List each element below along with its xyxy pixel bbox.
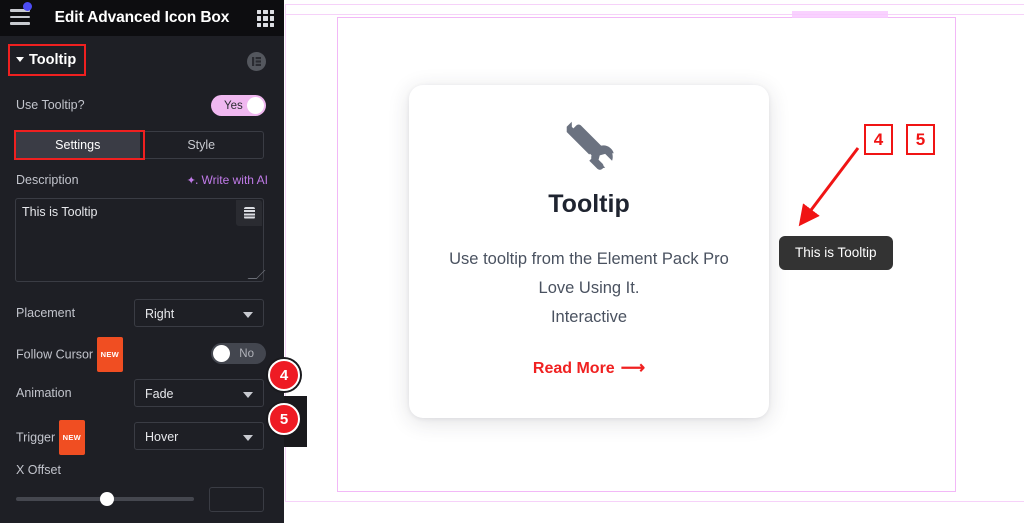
description-label: Description [16,173,79,187]
write-with-ai-label: Write with AI [201,173,268,187]
card-description-line-3: Interactive [550,308,628,326]
placement-value: Right [145,307,175,321]
tab-settings[interactable]: Settings [16,132,140,158]
step-marker-5: 5 [268,403,300,435]
row-use-tooltip: Use Tooltip? Yes [0,89,284,121]
x-offset-input[interactable] [209,487,264,512]
settings-style-tabs: Settings Style [15,131,264,159]
icon-box-card[interactable]: Tooltip Use tooltip from the Element Pac… [409,85,769,418]
placement-select[interactable]: Right [134,299,264,327]
animation-value: Fade [145,387,174,401]
chevron-down-icon [16,57,24,62]
row-placement: Placement Right [0,297,284,329]
description-value: This is Tooltip [22,205,98,219]
trigger-value: Hover [145,430,179,444]
section-guide-top-line [285,14,1024,15]
read-more-link[interactable]: Read More ⟶ [409,358,769,378]
placement-label: Placement [16,306,76,320]
arrow-right-icon: ⟶ [620,358,646,377]
toggle-knob [213,345,230,362]
section-title: Tooltip [29,52,77,68]
editor-sidebar-panel: Edit Advanced Icon Box Tooltip Use Toolt… [0,0,284,523]
card-title: Tooltip [548,190,630,218]
annotation-arrow [798,147,860,227]
card-description-line-1: Use tooltip from the Element Pack Pro [449,250,729,268]
animation-label: Animation [16,386,72,400]
preview-canvas: Tooltip Use tooltip from the Element Pac… [284,0,1024,523]
step-marker-4: 4 [268,359,300,391]
tab-style[interactable]: Style [140,132,264,158]
new-badge: NEW [97,337,123,372]
sparkle-icon: ✦․ [186,174,199,187]
animation-select[interactable]: Fade [134,379,264,407]
follow-cursor-value: No [239,347,254,360]
chevron-down-icon [243,392,253,398]
panel-header: Edit Advanced Icon Box [0,0,284,36]
row-trigger: Trigger NEW Hover [0,420,284,455]
trigger-label: Trigger NEW [16,420,85,455]
page-title: Edit Advanced Icon Box [54,9,230,26]
annotation-number-5: 5 [906,124,935,155]
tools-wrench-screwdriver-icon [558,113,620,180]
chevron-down-icon [243,435,253,441]
use-tooltip-toggle[interactable]: Yes [211,95,266,116]
x-offset-label: X Offset [16,463,61,477]
card-description-line-2: Love Using It. [538,279,640,297]
use-tooltip-label: Use Tooltip? [16,98,85,112]
row-follow-cursor: Follow Cursor NEW No [0,337,284,372]
follow-cursor-toggle[interactable]: No [211,343,266,364]
new-badge: NEW [59,420,85,455]
toggle-knob [247,97,264,114]
follow-cursor-label: Follow Cursor NEW [16,337,123,372]
apps-grid-icon[interactable] [257,10,274,27]
section-header-tooltip[interactable]: Tooltip [0,40,284,82]
x-offset-slider-knob[interactable] [100,492,114,506]
write-with-ai-button[interactable]: ✦․ Write with AI [187,173,268,187]
guide-highlight-bar [792,11,888,18]
use-tooltip-value: Yes [224,99,243,112]
read-more-label: Read More [532,360,615,377]
elementor-logo-icon[interactable] [247,52,266,71]
row-animation: Animation Fade [0,377,284,409]
trigger-select[interactable]: Hover [134,422,264,450]
dynamic-tags-icon[interactable] [236,200,262,226]
elementor-editor-screen: Edit Advanced Icon Box Tooltip Use Toolt… [0,0,1024,523]
chevron-down-icon [243,312,253,318]
annotation-number-4: 4 [864,124,893,155]
card-description: Use tooltip from the Element Pack Pro Lo… [419,245,759,332]
